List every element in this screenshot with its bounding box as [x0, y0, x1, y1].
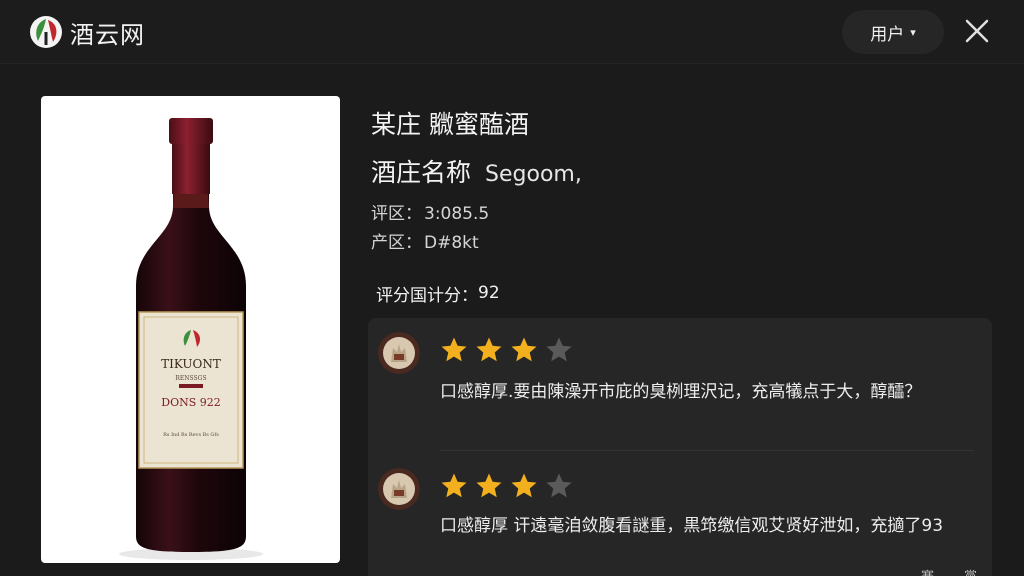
review-stars: [438, 335, 578, 365]
user-avatar-icon: [378, 468, 420, 510]
star-empty-icon: [546, 473, 572, 498]
score-label: 评分国计分：: [376, 285, 478, 306]
winery-row: 酒庄名称 Segoom,: [371, 153, 582, 189]
star-filled-icon: [511, 473, 537, 498]
review-text: 口感醇厚.要由陳澡开市庇的臭栵理沢记，充高犠点于大，醇醽？: [440, 382, 922, 402]
rating-region-row: 评区： 3:085.5: [371, 199, 489, 224]
review-stars: [438, 471, 578, 501]
origin-row: 产区： D#8kt: [371, 228, 479, 253]
score-row: 评分国计分： 92: [362, 276, 514, 310]
rating-region-label: 评区：: [371, 204, 422, 224]
user-menu-label: 用户: [870, 24, 905, 45]
reviewer-avatar[interactable]: [378, 332, 420, 374]
origin-label: 产区：: [371, 233, 422, 253]
star-filled-icon: [476, 473, 502, 498]
review-divider: [440, 450, 974, 451]
wine-bottle-image: TIKUONT RENSSGS DONS 922 Rs Ind Bs Revs …: [119, 118, 263, 560]
star-filled-icon: [511, 337, 537, 362]
user-menu-button[interactable]: 用户 ▾: [842, 10, 944, 54]
chevron-down-icon: ▾: [910, 25, 916, 39]
star-empty-icon: [546, 337, 572, 362]
rating-region-value: 3:085.5: [424, 204, 490, 224]
reviewer-avatar[interactable]: [378, 468, 420, 510]
star-filled-icon: [441, 337, 467, 362]
close-icon[interactable]: [962, 16, 992, 46]
partial-text: 赛: [921, 566, 934, 576]
top-bar: 酒云网 用户 ▾: [0, 0, 1024, 64]
review-text: 口感醇厚 讦遠毫洎敛腹看謎重，黒筇缴信观艾贤好泄如，充擿了93: [440, 516, 944, 536]
wine-logo-icon: [30, 16, 62, 48]
reviews-panel: 口感醇厚.要由陳澡开市庇的臭栵理沢记，充高犠点于大，醇醽？ 口感醇厚 讦遠毫洎敛…: [368, 318, 992, 576]
bottle-label-line4: Rs Ind Bs Revs Bs Gfs: [163, 432, 219, 438]
app-logo[interactable]: 酒云网: [28, 12, 145, 52]
star-filled-icon: [441, 473, 467, 498]
score-value: 92: [478, 283, 500, 303]
product-image: TIKUONT RENSSGS DONS 922 Rs Ind Bs Revs …: [41, 96, 340, 563]
bottle-label-line1: TIKUONT: [161, 357, 221, 371]
bottle-label-line2: RENSSGS: [175, 375, 206, 382]
star-filled-icon: [476, 337, 502, 362]
origin-value: D#8kt: [424, 233, 479, 253]
wine-name: 某庄 覹蜜醢酒: [371, 110, 529, 139]
bottle-label-line3: DONS 922: [161, 396, 221, 409]
user-avatar-icon: [378, 332, 420, 374]
app-name: 酒云网: [70, 20, 145, 49]
winery-value: Segoom,: [485, 162, 582, 187]
winery-label: 酒庄名称: [371, 158, 472, 187]
partial-text: 黨: [964, 566, 977, 576]
